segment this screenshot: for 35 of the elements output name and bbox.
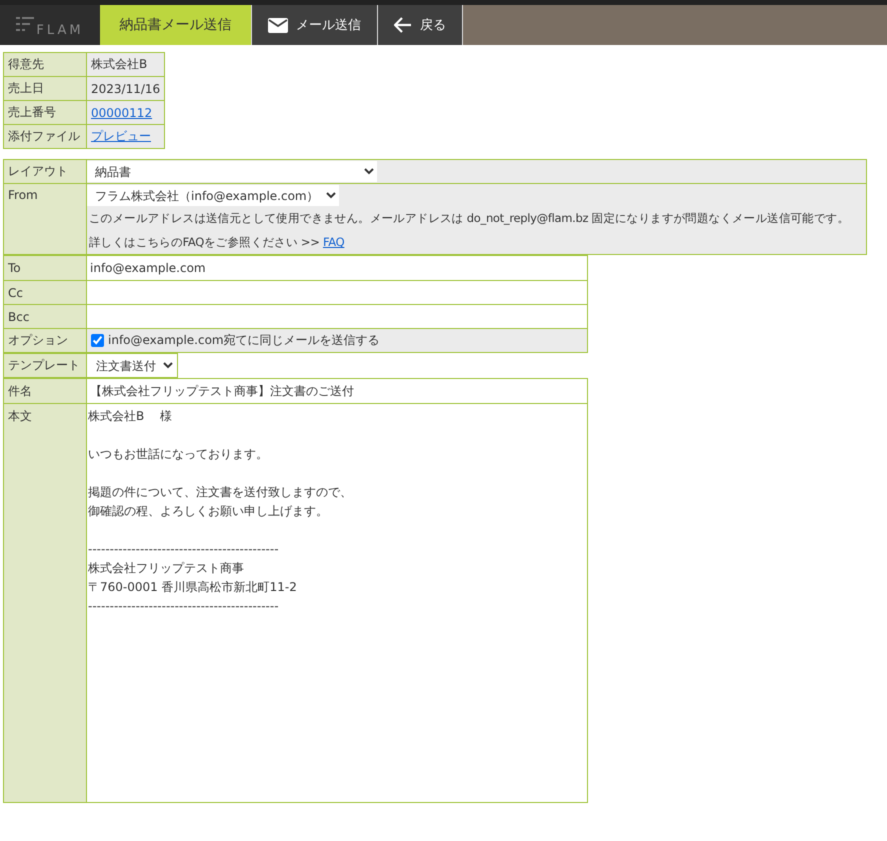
field-label: 添付ファイル xyxy=(4,124,86,148)
body-text-line: -------------------------------------------- xyxy=(88,598,280,615)
body-text-line: 株式会社B 様 xyxy=(88,408,174,425)
page-tab[interactable]: 納品書メール送信 xyxy=(100,5,252,45)
field-label: レイアウト xyxy=(4,160,86,184)
field-label: Cc xyxy=(4,280,86,304)
left-arrow-icon xyxy=(394,17,412,33)
back-button[interactable]: 戻る xyxy=(378,5,463,45)
field-label: Bcc xyxy=(4,304,86,328)
field-label: 件名 xyxy=(4,378,86,404)
field-label: 本文 xyxy=(4,404,86,802)
field-label: オプション xyxy=(4,328,86,352)
option-label: info@example.com宛てに同じメールを送信する xyxy=(108,332,380,349)
body-text-line: 〒760-0001 香川県高松市新北町11-2 xyxy=(88,579,298,596)
field-label: テンプレート xyxy=(4,354,86,378)
field-label: 得意先 xyxy=(4,52,86,76)
faq-text: 詳しくはこちらのFAQをご参照ください >> xyxy=(89,235,320,249)
field-label: From xyxy=(4,184,86,254)
field-value: 2023/11/16 xyxy=(86,76,165,100)
field-label: To xyxy=(4,256,86,280)
envelope-icon xyxy=(268,18,288,32)
body-text-line: 御確認の程、よろしくお願い申し上げます。 xyxy=(88,503,329,520)
faq-link[interactable]: FAQ xyxy=(322,235,344,249)
send-mail-button[interactable]: メール送信 xyxy=(252,5,378,45)
field-value: 株式会社B xyxy=(86,52,165,76)
body-text-line: 掲題の件について、注文書を送付致しますので、 xyxy=(88,484,353,501)
body-text-line: いつもお世話になっております。 xyxy=(88,446,269,463)
field-label: 売上日 xyxy=(4,76,86,100)
option-checkbox[interactable] xyxy=(91,334,104,347)
notice-text: このメールアドレスは送信元として使用できません。メールアドレスは do_not_reply@flam.bz 固定になりますが問題なくメール送信可能です。 xyxy=(89,210,850,227)
from-select[interactable]: フラム株式会社（info@example.com） xyxy=(87,185,339,206)
body-text-line: 株式会社フリップテスト商事 xyxy=(88,560,245,577)
field-label: 売上番号 xyxy=(4,100,86,124)
body-text-line: -------------------------------------------- xyxy=(88,541,280,558)
logo: FLAM xyxy=(0,5,100,45)
